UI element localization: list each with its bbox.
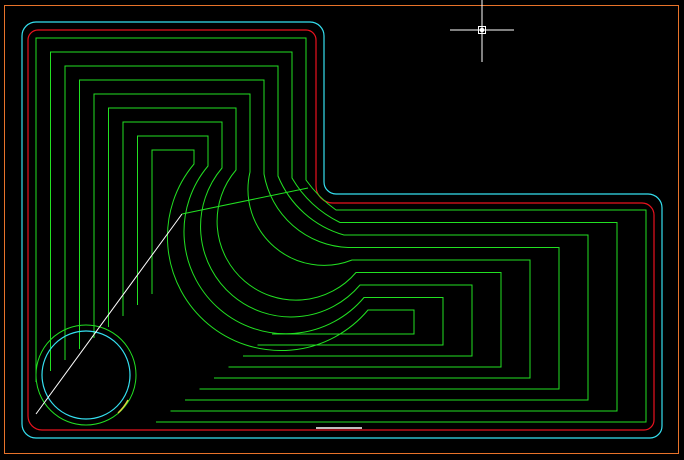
canvas-background [0, 0, 684, 460]
cad-drawing-viewport[interactable] [0, 0, 684, 460]
